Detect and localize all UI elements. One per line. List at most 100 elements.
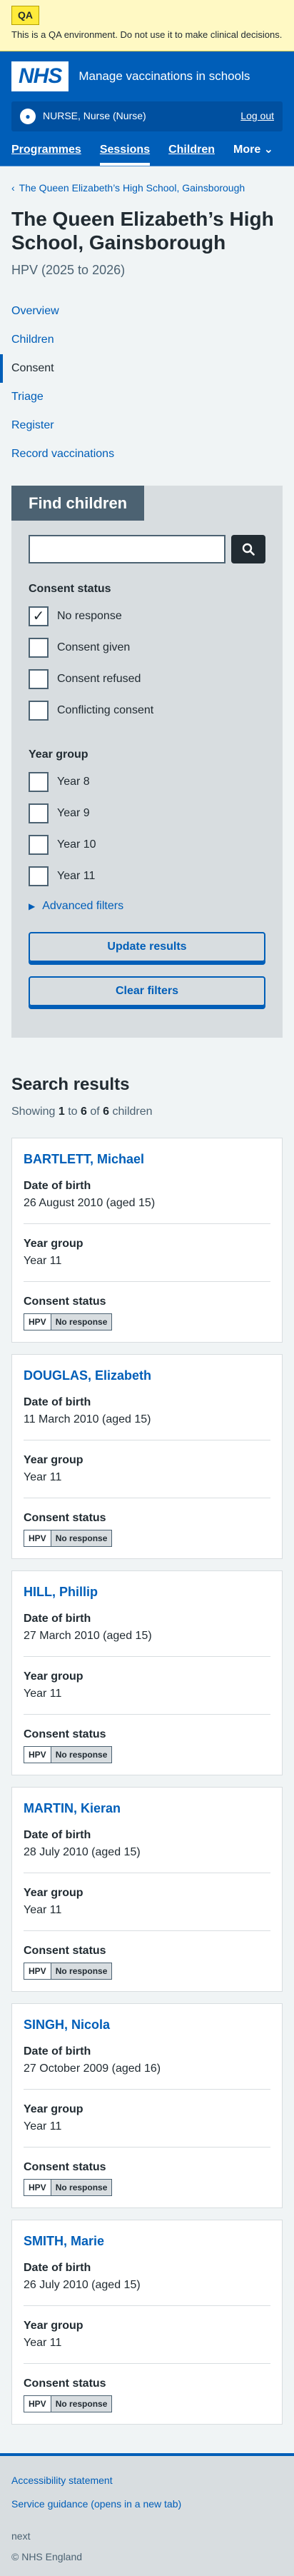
search-button[interactable] bbox=[231, 534, 265, 563]
status-badge: HPV No response bbox=[24, 1745, 270, 1763]
checkbox-no-response[interactable]: ✓ No response bbox=[29, 606, 265, 626]
user-name: NURSE, Nurse (Nurse) bbox=[43, 110, 146, 121]
subnav-consent[interactable]: Consent bbox=[0, 354, 283, 383]
checkbox-year-9[interactable]: Year 9 bbox=[29, 803, 265, 823]
dob-value: 27 October 2009 (aged 16) bbox=[24, 2062, 161, 2075]
consent-status-tag: No response bbox=[51, 1313, 113, 1330]
checkbox-box[interactable] bbox=[29, 668, 49, 689]
consent-status-tag: No response bbox=[51, 1962, 113, 1980]
update-results-button[interactable]: Update results bbox=[29, 931, 265, 962]
dob-label: Date of birth bbox=[24, 1828, 91, 1841]
status-badge: HPV No response bbox=[24, 1313, 270, 1330]
checkbox-label: Consent refused bbox=[57, 672, 141, 685]
child-name-link[interactable]: HILL, Phillip bbox=[24, 1583, 270, 1602]
consent-status-tag: No response bbox=[51, 2395, 113, 2412]
child-name-link[interactable]: BARTLETT, Michael bbox=[24, 1150, 270, 1169]
checkbox-year-8[interactable]: Year 8 bbox=[29, 771, 265, 792]
checkbox-consent-given[interactable]: Consent given bbox=[29, 637, 265, 658]
nhs-logo[interactable]: NHS bbox=[11, 61, 69, 91]
qa-banner: QA This is a QA environment. Do not use … bbox=[0, 0, 294, 51]
consent-status-label: Consent status bbox=[24, 1295, 106, 1308]
logout-link[interactable]: Log out bbox=[240, 109, 274, 124]
checkbox-year-11[interactable]: Year 11 bbox=[29, 866, 265, 886]
nav-children[interactable]: Children bbox=[168, 141, 215, 166]
account-bar: ● NURSE, Nurse (Nurse) Log out bbox=[11, 101, 283, 131]
consent-status-legend: Consent status bbox=[29, 582, 111, 595]
dob-value: 27 March 2010 (aged 15) bbox=[24, 1629, 152, 1642]
breadcrumb: ‹ The Queen Elizabeth’s High School, Gai… bbox=[11, 166, 283, 207]
consent-status-tag: No response bbox=[51, 2178, 113, 2196]
dob-value: 26 July 2010 (aged 15) bbox=[24, 2278, 141, 2291]
child-card: SINGH, Nicola Date of birth 27 October 200… bbox=[11, 2003, 283, 2208]
dob-label: Date of birth bbox=[24, 1179, 91, 1192]
year-group-value: Year 11 bbox=[24, 2120, 62, 2133]
child-name-link[interactable]: SMITH, Marie bbox=[24, 2232, 270, 2251]
copyright: © NHS England bbox=[11, 2550, 83, 2562]
checkbox-box[interactable] bbox=[29, 637, 49, 658]
checkbox-box[interactable] bbox=[29, 866, 49, 886]
programme-tag: HPV bbox=[24, 1313, 51, 1330]
service-name[interactable]: Manage vaccinations in schools bbox=[78, 67, 250, 86]
main-content: ‹ The Queen Elizabeth’s High School, Gai… bbox=[0, 166, 294, 2425]
consent-status-label: Consent status bbox=[24, 1511, 106, 1524]
page-subtitle: HPV (2025 to 2026) bbox=[11, 262, 126, 277]
search-input[interactable] bbox=[29, 534, 225, 563]
checkbox-box[interactable] bbox=[29, 803, 49, 823]
results-heading: Search results bbox=[11, 1074, 130, 1094]
nav-sessions[interactable]: Sessions bbox=[99, 141, 151, 166]
clear-filters-button[interactable]: Clear filters bbox=[29, 976, 265, 1006]
user-icon: ● bbox=[20, 108, 36, 124]
count-prefix: Showing bbox=[11, 1105, 56, 1118]
count-to: 6 bbox=[80, 1105, 87, 1118]
subnav-children[interactable]: Children bbox=[11, 334, 54, 346]
year-group-value: Year 11 bbox=[24, 1687, 62, 1700]
breadcrumb-link[interactable]: The Queen Elizabeth’s High School, Gains… bbox=[19, 181, 245, 196]
site-header: NHS Manage vaccinations in schools ● NUR… bbox=[0, 51, 294, 166]
child-name-link[interactable]: DOUGLAS, Elizabeth bbox=[24, 1366, 270, 1385]
subnav-register[interactable]: Register bbox=[11, 419, 54, 431]
advanced-filters-link[interactable]: Advanced filters bbox=[42, 898, 123, 915]
consent-status-label: Consent status bbox=[24, 2160, 106, 2173]
year-group-label: Year group bbox=[24, 1886, 83, 1899]
advanced-filters-toggle[interactable]: ▶ Advanced filters bbox=[29, 898, 265, 915]
subnav-overview[interactable]: Overview bbox=[11, 305, 59, 317]
filter-panel: Find children Consent status ✓ No respons… bbox=[11, 485, 283, 1038]
service-guidance-link[interactable]: Service guidance (opens in a new tab) bbox=[11, 2497, 283, 2512]
child-card: BARTLETT, Michael Date of birth 26 August … bbox=[11, 1137, 283, 1343]
site-footer: Accessibility statement Service guidance… bbox=[0, 2452, 294, 2576]
checkbox-conflicting-consent[interactable]: Conflicting consent bbox=[29, 700, 265, 721]
subnav-record-vaccinations[interactable]: Record vaccinations bbox=[11, 448, 114, 460]
consent-status-label: Consent status bbox=[24, 2377, 106, 2390]
secondary-nav: Overview Children Consent Triage Registe… bbox=[0, 297, 283, 468]
checkbox-box[interactable] bbox=[29, 771, 49, 792]
checkbox-label: Year 10 bbox=[57, 838, 96, 851]
search-icon bbox=[242, 543, 255, 556]
year-group-value: Year 11 bbox=[24, 1903, 62, 1916]
count-total: 6 bbox=[103, 1105, 110, 1118]
checkbox-box[interactable] bbox=[29, 700, 49, 721]
primary-nav: Programmes Sessions Children More ⌄ bbox=[0, 131, 294, 166]
subnav-triage[interactable]: Triage bbox=[11, 391, 44, 403]
checkbox-label: Consent given bbox=[57, 641, 131, 653]
nav-more[interactable]: More ⌄ bbox=[233, 141, 273, 166]
child-card: MARTIN, Kieran Date of birth 28 July 2010 … bbox=[11, 1786, 283, 1992]
status-badge: HPV No response bbox=[24, 1962, 270, 1980]
year-group-label: Year group bbox=[24, 1670, 83, 1683]
child-name-link[interactable]: MARTIN, Kieran bbox=[24, 1799, 270, 1818]
accessibility-statement-link[interactable]: Accessibility statement bbox=[11, 2473, 283, 2488]
consent-status-label: Consent status bbox=[24, 1728, 106, 1740]
child-card: HILL, Phillip Date of birth 27 March 2010 … bbox=[11, 1570, 283, 1775]
page-title: The Queen Elizabeth’s High School, Gains… bbox=[11, 207, 274, 254]
count-of-word: of bbox=[90, 1105, 100, 1118]
programme-tag: HPV bbox=[24, 2395, 51, 2412]
child-name-link[interactable]: SINGH, Nicola bbox=[24, 2015, 270, 2035]
chevron-left-icon: ‹ bbox=[11, 181, 15, 194]
checkbox-box[interactable] bbox=[29, 834, 49, 855]
nav-programmes[interactable]: Programmes bbox=[11, 141, 81, 166]
checkbox-year-10[interactable]: Year 10 bbox=[29, 834, 265, 855]
checkbox-consent-refused[interactable]: Consent refused bbox=[29, 668, 265, 689]
nav-more-label: More bbox=[233, 143, 261, 156]
programme-tag: HPV bbox=[24, 2178, 51, 2196]
checkbox-checked-icon[interactable]: ✓ bbox=[29, 606, 49, 626]
year-group-legend: Year group bbox=[29, 748, 88, 761]
